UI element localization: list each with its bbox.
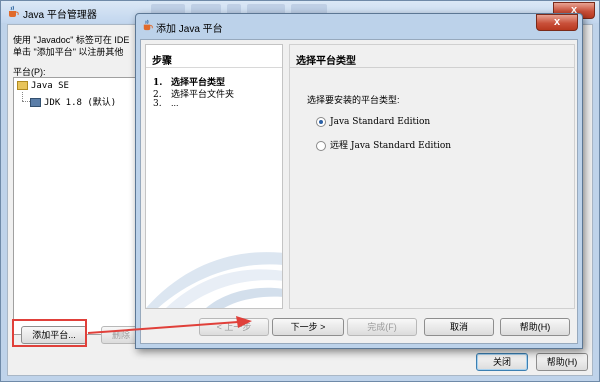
platform-type-prompt: 选择要安装的平台类型:	[307, 95, 400, 105]
tree-node-jdk[interactable]: JDK 1.8 (默认)	[30, 95, 116, 108]
description-line-2: 单击 "添加平台" 以注册其他	[13, 47, 124, 57]
tree-node-label: Java SE	[31, 81, 69, 91]
tree-connector	[22, 101, 30, 102]
annotation-highlight-box	[12, 319, 87, 347]
steps-panel: 步骤 1. 选择平台类型 2. 选择平台文件夹 3....	[145, 44, 283, 309]
radio-button-checked[interactable]	[316, 116, 326, 127]
dialog-title: 添加 Java 平台	[156, 24, 223, 35]
java-cup-icon	[9, 5, 19, 17]
outer-help-button[interactable]: 帮助(H)	[536, 353, 588, 371]
divider	[290, 67, 574, 68]
main-header: 选择平台类型	[296, 56, 356, 67]
tree-node-label: JDK 1.8 (默认)	[44, 98, 117, 108]
folder-icon	[17, 81, 28, 90]
tree-connector	[22, 92, 23, 101]
cancel-button[interactable]: 取消	[424, 318, 494, 336]
finish-button[interactable]: 完成(F)	[347, 318, 417, 336]
close-button[interactable]: 关闭	[476, 353, 528, 371]
option-label: Java Standard Edition	[330, 117, 431, 127]
step-label: ...	[171, 98, 179, 108]
outer-window-title: Java 平台管理器	[23, 10, 97, 21]
java-cup-icon	[143, 19, 153, 31]
radio-button[interactable]	[316, 140, 326, 151]
main-panel: 选择平台类型 选择要安装的平台类型: Java Standard Edition…	[289, 44, 575, 309]
add-platform-dialog: 添加 Java 平台 x 步骤 1. 选择平台类型 2. 选择平台文件夹 3....…	[135, 13, 583, 349]
step-number: 3.	[153, 99, 162, 109]
next-button[interactable]: 下一步 >	[272, 318, 344, 336]
dialog-titlebar: 添加 Java 平台 x	[136, 14, 582, 37]
step-label: 选择平台类型	[171, 77, 226, 87]
platform-tree[interactable]: Java SE JDK 1.8 (默认)	[13, 77, 139, 335]
step-item: 3....	[153, 98, 179, 109]
netbeans-swoosh-decoration	[146, 252, 282, 308]
divider	[146, 67, 282, 68]
steps-header: 步骤	[152, 56, 172, 67]
dialog-content: 步骤 1. 选择平台类型 2. 选择平台文件夹 3.... 选择平台类型 选择要安装…	[140, 39, 578, 344]
option-java-se[interactable]: Java Standard Edition	[316, 116, 430, 127]
option-label: 远程 Java Standard Edition	[330, 141, 452, 151]
back-button[interactable]: < 上一步	[199, 318, 269, 336]
step-label: 选择平台文件夹	[171, 89, 235, 99]
option-remote-java-se[interactable]: 远程 Java Standard Edition	[316, 138, 451, 151]
dialog-help-button[interactable]: 帮助(H)	[500, 318, 570, 336]
tree-node-java-se[interactable]: Java SE	[17, 81, 69, 91]
dialog-close-button[interactable]: x	[536, 14, 578, 31]
jdk-icon	[30, 98, 41, 107]
